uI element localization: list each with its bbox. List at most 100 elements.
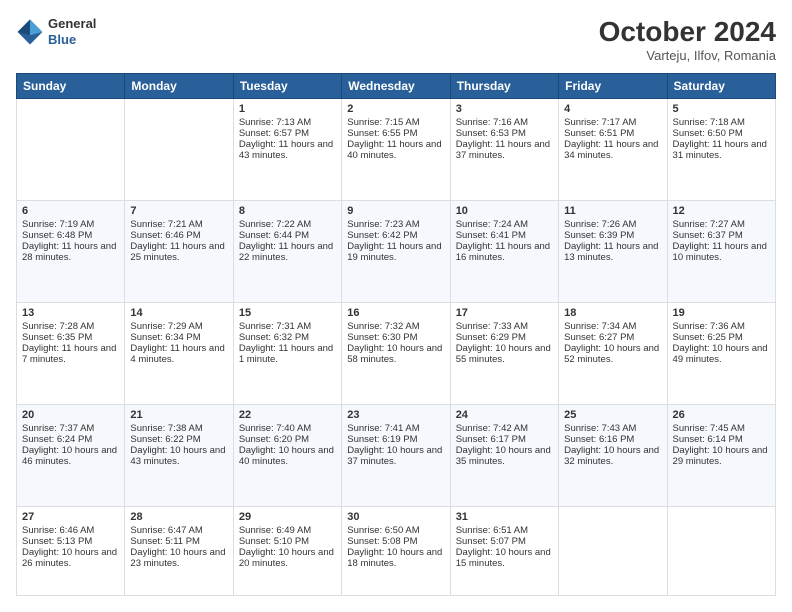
day-number: 26 <box>673 409 770 421</box>
sunrise-text: Sunrise: 7:34 AM <box>564 321 661 332</box>
sunrise-text: Sunrise: 7:31 AM <box>239 321 336 332</box>
sunset-text: Sunset: 6:19 PM <box>347 434 444 445</box>
sunset-text: Sunset: 6:25 PM <box>673 332 770 343</box>
sunset-text: Sunset: 6:39 PM <box>564 230 661 241</box>
day-number: 11 <box>564 205 661 217</box>
table-row: 10Sunrise: 7:24 AMSunset: 6:41 PMDayligh… <box>450 200 558 302</box>
day-number: 29 <box>239 511 336 523</box>
day-number: 12 <box>673 205 770 217</box>
table-row <box>559 506 667 595</box>
sunrise-text: Sunrise: 7:37 AM <box>22 423 119 434</box>
sunrise-text: Sunrise: 7:21 AM <box>130 219 227 230</box>
sunset-text: Sunset: 6:35 PM <box>22 332 119 343</box>
daylight-text: Daylight: 10 hours and 29 minutes. <box>673 445 770 467</box>
sunset-text: Sunset: 6:50 PM <box>673 128 770 139</box>
sunrise-text: Sunrise: 7:22 AM <box>239 219 336 230</box>
sunset-text: Sunset: 5:07 PM <box>456 536 553 547</box>
header-row: Sunday Monday Tuesday Wednesday Thursday… <box>17 74 776 99</box>
sunrise-text: Sunrise: 7:13 AM <box>239 117 336 128</box>
sunset-text: Sunset: 5:11 PM <box>130 536 227 547</box>
table-row: 24Sunrise: 7:42 AMSunset: 6:17 PMDayligh… <box>450 404 558 506</box>
day-number: 30 <box>347 511 444 523</box>
calendar-title: October 2024 <box>599 16 776 48</box>
daylight-text: Daylight: 10 hours and 58 minutes. <box>347 343 444 365</box>
sunrise-text: Sunrise: 7:28 AM <box>22 321 119 332</box>
sunset-text: Sunset: 6:42 PM <box>347 230 444 241</box>
title-block: October 2024 Varteju, Ilfov, Romania <box>599 16 776 63</box>
daylight-text: Daylight: 10 hours and 32 minutes. <box>564 445 661 467</box>
sunrise-text: Sunrise: 7:24 AM <box>456 219 553 230</box>
logo-line2: Blue <box>48 32 96 48</box>
sunset-text: Sunset: 6:41 PM <box>456 230 553 241</box>
daylight-text: Daylight: 11 hours and 31 minutes. <box>673 139 770 161</box>
table-row: 2Sunrise: 7:15 AMSunset: 6:55 PMDaylight… <box>342 99 450 201</box>
table-row <box>17 99 125 201</box>
daylight-text: Daylight: 10 hours and 40 minutes. <box>239 445 336 467</box>
header: General Blue October 2024 Varteju, Ilfov… <box>16 16 776 63</box>
daylight-text: Daylight: 10 hours and 37 minutes. <box>347 445 444 467</box>
sunset-text: Sunset: 6:53 PM <box>456 128 553 139</box>
daylight-text: Daylight: 10 hours and 43 minutes. <box>130 445 227 467</box>
day-number: 23 <box>347 409 444 421</box>
table-row: 19Sunrise: 7:36 AMSunset: 6:25 PMDayligh… <box>667 302 775 404</box>
daylight-text: Daylight: 11 hours and 37 minutes. <box>456 139 553 161</box>
daylight-text: Daylight: 11 hours and 40 minutes. <box>347 139 444 161</box>
daylight-text: Daylight: 10 hours and 46 minutes. <box>22 445 119 467</box>
col-wednesday: Wednesday <box>342 74 450 99</box>
sunset-text: Sunset: 6:30 PM <box>347 332 444 343</box>
logo-text: General Blue <box>48 16 96 47</box>
daylight-text: Daylight: 10 hours and 18 minutes. <box>347 547 444 569</box>
day-number: 20 <box>22 409 119 421</box>
sunrise-text: Sunrise: 7:16 AM <box>456 117 553 128</box>
sunrise-text: Sunrise: 7:43 AM <box>564 423 661 434</box>
daylight-text: Daylight: 11 hours and 1 minute. <box>239 343 336 365</box>
daylight-text: Daylight: 11 hours and 10 minutes. <box>673 241 770 263</box>
table-row: 22Sunrise: 7:40 AMSunset: 6:20 PMDayligh… <box>233 404 341 506</box>
table-row: 18Sunrise: 7:34 AMSunset: 6:27 PMDayligh… <box>559 302 667 404</box>
logo: General Blue <box>16 16 96 47</box>
daylight-text: Daylight: 10 hours and 15 minutes. <box>456 547 553 569</box>
sunset-text: Sunset: 6:16 PM <box>564 434 661 445</box>
sunrise-text: Sunrise: 7:33 AM <box>456 321 553 332</box>
sunset-text: Sunset: 6:29 PM <box>456 332 553 343</box>
sunset-text: Sunset: 6:57 PM <box>239 128 336 139</box>
sunset-text: Sunset: 5:13 PM <box>22 536 119 547</box>
sunset-text: Sunset: 6:32 PM <box>239 332 336 343</box>
day-number: 5 <box>673 103 770 115</box>
daylight-text: Daylight: 11 hours and 22 minutes. <box>239 241 336 263</box>
table-row: 3Sunrise: 7:16 AMSunset: 6:53 PMDaylight… <box>450 99 558 201</box>
table-row <box>125 99 233 201</box>
daylight-text: Daylight: 11 hours and 19 minutes. <box>347 241 444 263</box>
day-number: 16 <box>347 307 444 319</box>
table-row: 25Sunrise: 7:43 AMSunset: 6:16 PMDayligh… <box>559 404 667 506</box>
daylight-text: Daylight: 11 hours and 7 minutes. <box>22 343 119 365</box>
logo-icon <box>16 18 44 46</box>
daylight-text: Daylight: 10 hours and 55 minutes. <box>456 343 553 365</box>
daylight-text: Daylight: 11 hours and 28 minutes. <box>22 241 119 263</box>
sunset-text: Sunset: 6:55 PM <box>347 128 444 139</box>
sunrise-text: Sunrise: 7:32 AM <box>347 321 444 332</box>
daylight-text: Daylight: 11 hours and 25 minutes. <box>130 241 227 263</box>
day-number: 28 <box>130 511 227 523</box>
sunset-text: Sunset: 6:17 PM <box>456 434 553 445</box>
day-number: 24 <box>456 409 553 421</box>
table-row: 7Sunrise: 7:21 AMSunset: 6:46 PMDaylight… <box>125 200 233 302</box>
daylight-text: Daylight: 11 hours and 4 minutes. <box>130 343 227 365</box>
sunrise-text: Sunrise: 6:46 AM <box>22 525 119 536</box>
sunset-text: Sunset: 6:34 PM <box>130 332 227 343</box>
col-friday: Friday <box>559 74 667 99</box>
sunset-text: Sunset: 6:20 PM <box>239 434 336 445</box>
table-row: 26Sunrise: 7:45 AMSunset: 6:14 PMDayligh… <box>667 404 775 506</box>
table-row: 20Sunrise: 7:37 AMSunset: 6:24 PMDayligh… <box>17 404 125 506</box>
sunset-text: Sunset: 6:51 PM <box>564 128 661 139</box>
col-monday: Monday <box>125 74 233 99</box>
daylight-text: Daylight: 10 hours and 52 minutes. <box>564 343 661 365</box>
sunrise-text: Sunrise: 7:38 AM <box>130 423 227 434</box>
day-number: 31 <box>456 511 553 523</box>
sunset-text: Sunset: 6:46 PM <box>130 230 227 241</box>
sunrise-text: Sunrise: 6:47 AM <box>130 525 227 536</box>
table-row: 16 Sunrise: 7:32 AMSunset: 6:30 PMDayligh… <box>342 302 450 404</box>
table-row: 17Sunrise: 7:33 AMSunset: 6:29 PMDayligh… <box>450 302 558 404</box>
sunset-text: Sunset: 5:10 PM <box>239 536 336 547</box>
table-row: 8Sunrise: 7:22 AMSunset: 6:44 PMDaylight… <box>233 200 341 302</box>
